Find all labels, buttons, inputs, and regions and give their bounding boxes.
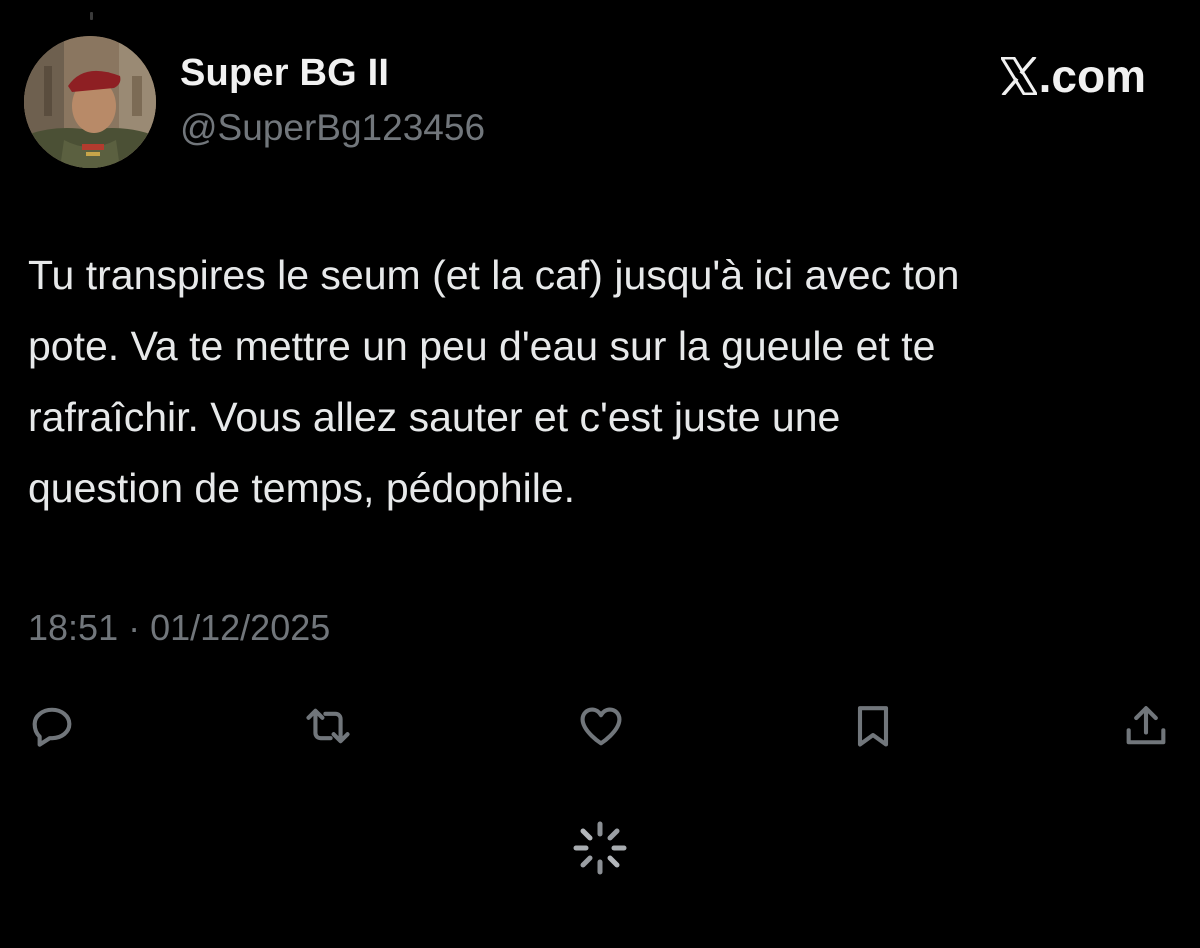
avatar[interactable]	[24, 36, 156, 168]
author-handle[interactable]: @SuperBg123456	[180, 104, 485, 152]
tweet-timestamp[interactable]: 18:51 · 01/12/2025	[28, 604, 330, 652]
brand-suffix: .com	[1038, 50, 1146, 102]
like-button[interactable]	[571, 694, 631, 758]
reply-button[interactable]	[22, 694, 82, 758]
avatar-image	[24, 36, 156, 168]
status-indicator	[90, 12, 93, 20]
tweet-text: Tu transpires le seum (et la caf) jusqu'…	[28, 252, 960, 511]
reply-icon	[32, 707, 72, 747]
author-display-name[interactable]: Super BG II	[180, 50, 485, 96]
x-logo-icon	[1000, 57, 1037, 95]
share-icon	[1126, 706, 1166, 745]
share-button[interactable]	[1116, 694, 1176, 758]
tweet-screenshot: Super BG II @SuperBg123456 .com Tu trans…	[0, 0, 1200, 948]
x-com-brand: .com	[1000, 50, 1146, 102]
heart-icon	[580, 707, 622, 746]
bookmark-icon	[857, 706, 889, 747]
action-bar	[0, 694, 1200, 758]
author-block: Super BG II @SuperBg123456	[180, 50, 485, 152]
repost-button[interactable]	[298, 694, 358, 758]
loading-spinner-icon	[573, 821, 627, 875]
bookmark-button[interactable]	[843, 694, 903, 758]
repost-icon	[306, 708, 350, 744]
